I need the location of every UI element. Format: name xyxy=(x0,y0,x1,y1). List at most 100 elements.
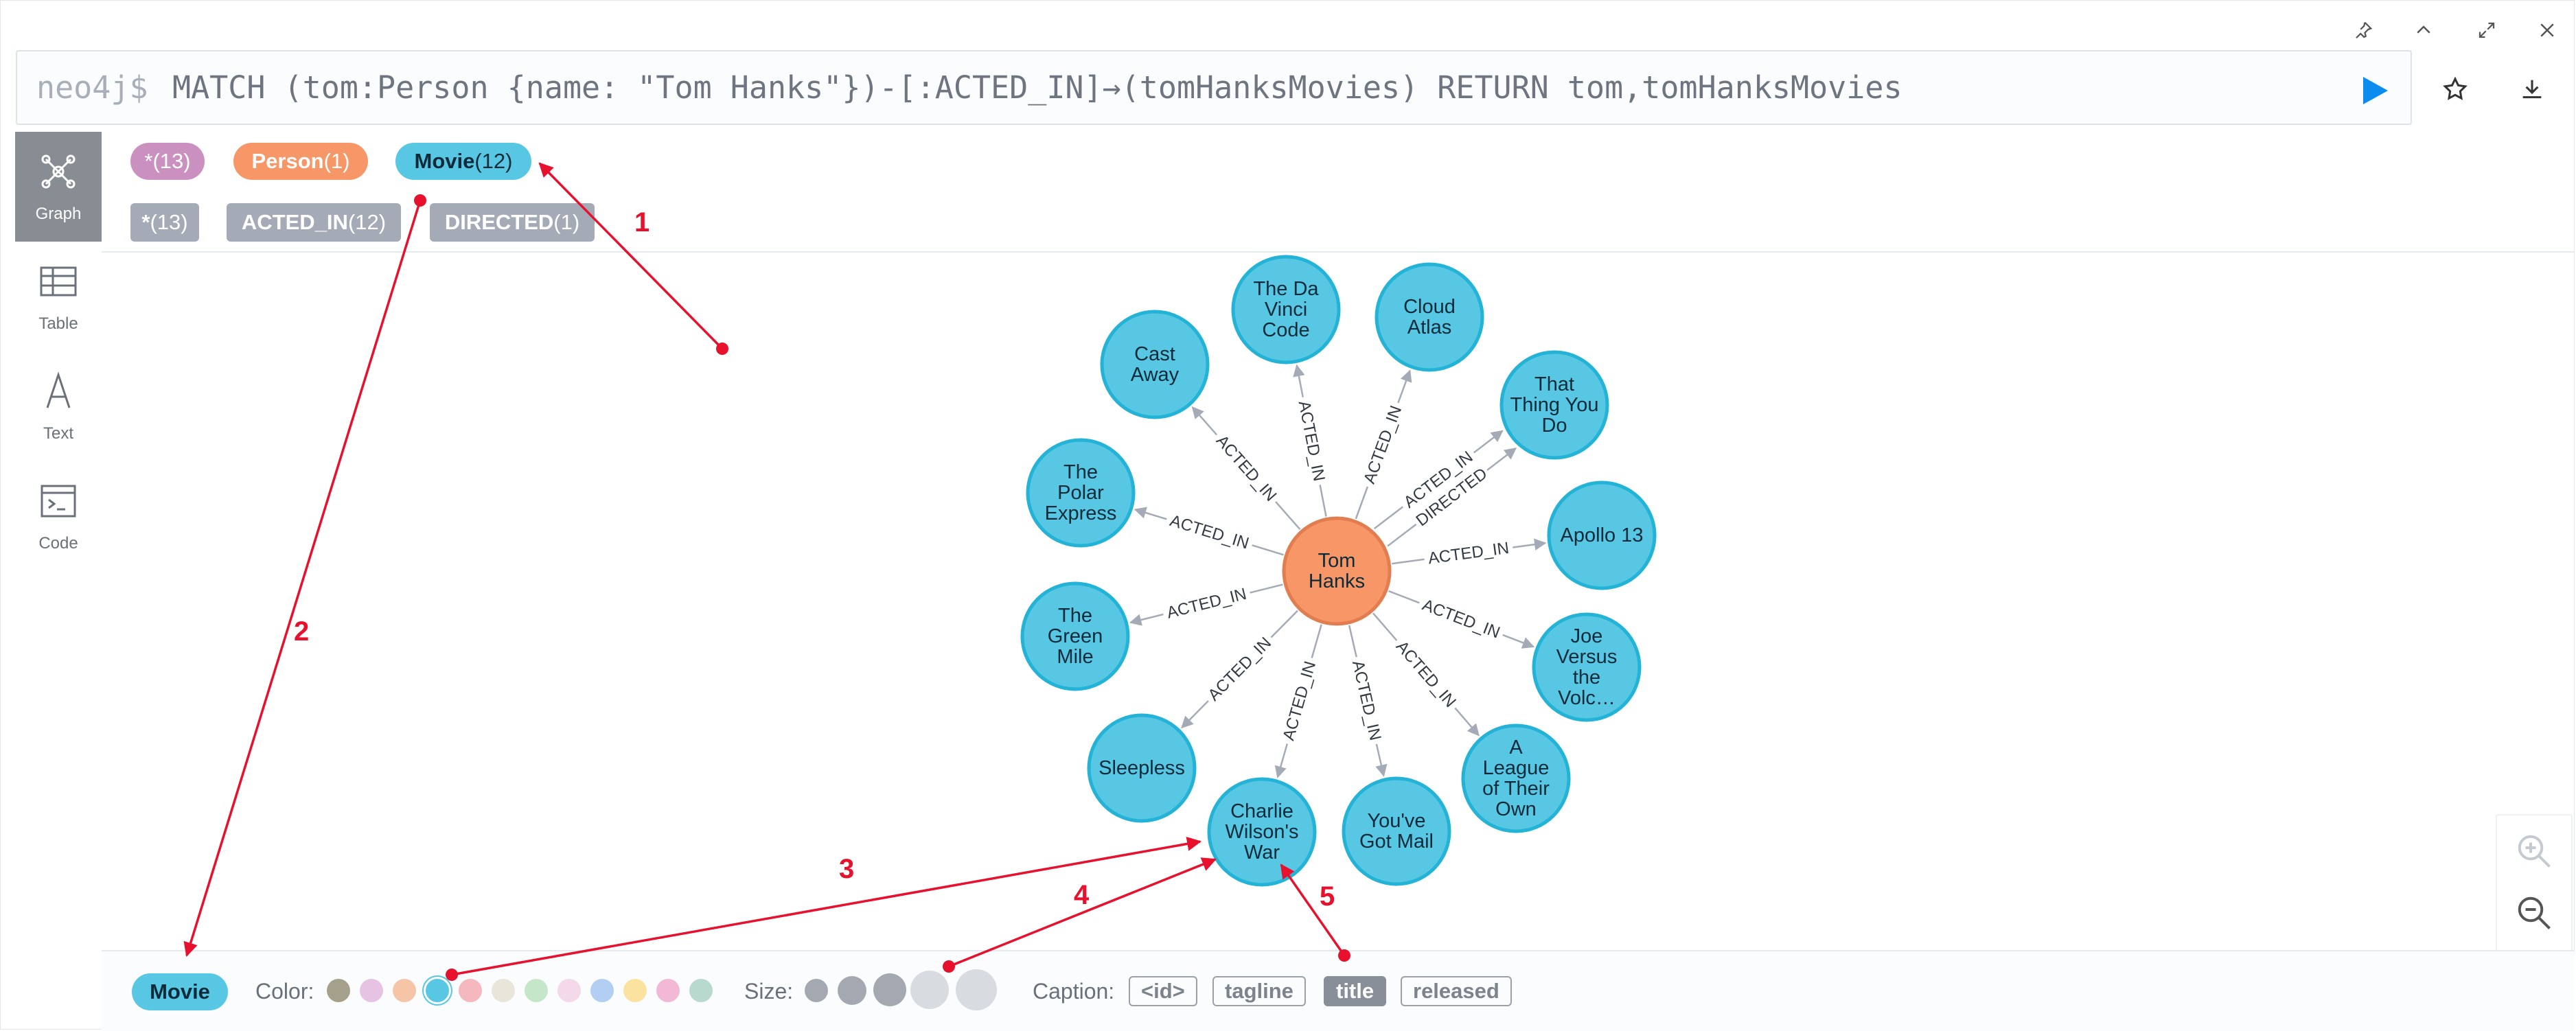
size-option[interactable] xyxy=(956,969,997,1010)
selected-label-pill[interactable]: Movie xyxy=(132,973,228,1010)
edge-label: ACTED_IN xyxy=(1348,659,1385,743)
node-caption: Code xyxy=(1262,319,1309,341)
edge-label: ACTED_IN xyxy=(1360,404,1405,487)
zoom-out-icon[interactable] xyxy=(2514,892,2555,934)
movie-node[interactable]: ThatThing YouDo xyxy=(1499,350,1609,460)
node-caption: Versus xyxy=(1556,646,1618,668)
node-caption: Joe xyxy=(1571,625,1603,647)
node-caption: Atlas xyxy=(1407,316,1451,338)
node-caption: Polar xyxy=(1057,482,1104,504)
relationship-edge[interactable]: ACTED_IN xyxy=(1129,583,1283,626)
annotation-number-1: 1 xyxy=(634,207,650,238)
node-caption: Sleepless xyxy=(1099,757,1185,779)
node-caption: Got Mail xyxy=(1359,831,1434,853)
color-swatch[interactable] xyxy=(360,979,383,1002)
relationship-edge[interactable]: ACTED_IN xyxy=(1191,406,1301,531)
size-option[interactable] xyxy=(873,973,906,1006)
node-caption: Away xyxy=(1131,364,1180,386)
node-caption: Cloud xyxy=(1403,296,1456,318)
node-caption: War xyxy=(1244,842,1280,864)
color-swatch[interactable] xyxy=(492,979,515,1002)
relationship-edge[interactable]: ACTED_IN xyxy=(1134,507,1284,556)
size-option[interactable] xyxy=(838,976,866,1005)
color-swatch[interactable] xyxy=(327,979,350,1002)
edge-label: ACTED_IN xyxy=(1165,585,1249,623)
color-swatch[interactable] xyxy=(689,979,713,1002)
caption-option[interactable]: <id> xyxy=(1129,976,1197,1006)
size-option[interactable] xyxy=(805,979,828,1002)
node-caption: League xyxy=(1483,757,1550,779)
color-swatch[interactable] xyxy=(656,979,680,1002)
node-caption: A xyxy=(1509,737,1523,758)
color-swatch[interactable] xyxy=(459,979,482,1002)
color-swatch[interactable] xyxy=(393,979,416,1002)
node-caption: Thing You xyxy=(1510,394,1598,416)
caption-label: Caption: xyxy=(1033,979,1115,1004)
annotation-number-5: 5 xyxy=(1320,881,1335,912)
relationship-edge[interactable]: ACTED_IN xyxy=(1372,612,1480,737)
edge-label: ACTED_IN xyxy=(1392,638,1460,711)
node-caption: Tom xyxy=(1318,550,1356,572)
color-swatch[interactable] xyxy=(525,979,548,1002)
size-label: Size: xyxy=(744,979,794,1004)
edge-label: ACTED_IN xyxy=(1212,432,1280,505)
node-caption: Apollo 13 xyxy=(1561,524,1644,546)
edge-label: ACTED_IN xyxy=(1295,399,1329,483)
movie-node[interactable]: Apollo 13 xyxy=(1547,480,1657,590)
movie-node[interactable]: ThePolarExpress xyxy=(1026,438,1136,548)
edge-label: ACTED_IN xyxy=(1420,596,1502,642)
caption-option[interactable]: tagline xyxy=(1212,976,1306,1006)
node-caption: Cast xyxy=(1134,343,1175,365)
node-caption: Mile xyxy=(1057,646,1093,668)
node-caption: Charlie xyxy=(1230,800,1293,822)
movie-node[interactable]: You'veGot Mail xyxy=(1342,776,1451,886)
color-swatch[interactable] xyxy=(426,979,449,1002)
edge-label: ACTED_IN xyxy=(1427,539,1510,568)
movie-node[interactable]: Sleepless xyxy=(1087,713,1197,823)
annotation-number-2: 2 xyxy=(294,616,310,647)
node-caption: That xyxy=(1534,373,1574,395)
node-caption: Volc… xyxy=(1558,687,1615,709)
movie-node[interactable]: JoeVersustheVolc… xyxy=(1532,612,1642,722)
person-node[interactable]: TomHanks xyxy=(1282,516,1392,626)
movie-node[interactable]: ALeagueof TheirOwn xyxy=(1461,723,1571,833)
movie-node[interactable]: CloudAtlas xyxy=(1375,262,1484,372)
color-label: Color: xyxy=(255,979,314,1004)
relationship-edge[interactable]: ACTED_IN xyxy=(1388,590,1535,649)
node-caption: The xyxy=(1063,461,1098,483)
color-swatch[interactable] xyxy=(590,979,614,1002)
color-swatch[interactable] xyxy=(557,979,581,1002)
graph-canvas[interactable]: ACTED_IN ACTED_IN ACTED_INACTED_INDIRECTED… xyxy=(0,0,2576,1031)
edge-label: ACTED_IN xyxy=(1204,634,1275,704)
node-caption: Wilson's xyxy=(1225,821,1298,843)
node-caption: Do xyxy=(1541,415,1567,437)
relationship-edge[interactable]: ACTED_IN xyxy=(1392,537,1547,569)
edge-label: ACTED_IN xyxy=(1168,511,1251,553)
relationship-edge[interactable]: ACTED_IN xyxy=(1274,624,1322,778)
node-caption: of Their xyxy=(1482,778,1550,800)
node-caption: Express xyxy=(1045,502,1117,524)
edge-label: ACTED_IN xyxy=(1279,659,1320,743)
caption-option[interactable]: title xyxy=(1324,976,1387,1006)
node-caption: Vinci xyxy=(1265,299,1307,321)
node-caption: Green xyxy=(1048,625,1103,647)
movie-node[interactable]: CharlieWilson'sWar xyxy=(1207,777,1317,887)
movie-node[interactable]: TheGreenMile xyxy=(1020,581,1130,691)
relationship-edge[interactable]: ACTED_IN xyxy=(1181,610,1298,729)
node-caption: the xyxy=(1573,667,1600,688)
annotation-number-3: 3 xyxy=(839,854,855,884)
node-caption: Hanks xyxy=(1309,570,1365,592)
size-option[interactable] xyxy=(910,971,949,1009)
node-caption: The xyxy=(1058,605,1092,627)
annotation-number-4: 4 xyxy=(1074,880,1090,910)
movie-node[interactable]: The DaVinciCode xyxy=(1231,255,1341,364)
movie-node[interactable]: CastAway xyxy=(1100,310,1210,419)
relationship-edge[interactable]: ACTED_IN xyxy=(1293,364,1330,517)
relationship-edge[interactable]: ACTED_IN xyxy=(1347,625,1388,777)
zoom-controls xyxy=(2496,814,2573,951)
node-caption: You've xyxy=(1367,810,1425,832)
color-swatch[interactable] xyxy=(623,979,647,1002)
caption-option[interactable]: released xyxy=(1401,976,1512,1006)
zoom-in-icon[interactable] xyxy=(2514,831,2555,872)
node-caption: The Da xyxy=(1253,278,1319,300)
